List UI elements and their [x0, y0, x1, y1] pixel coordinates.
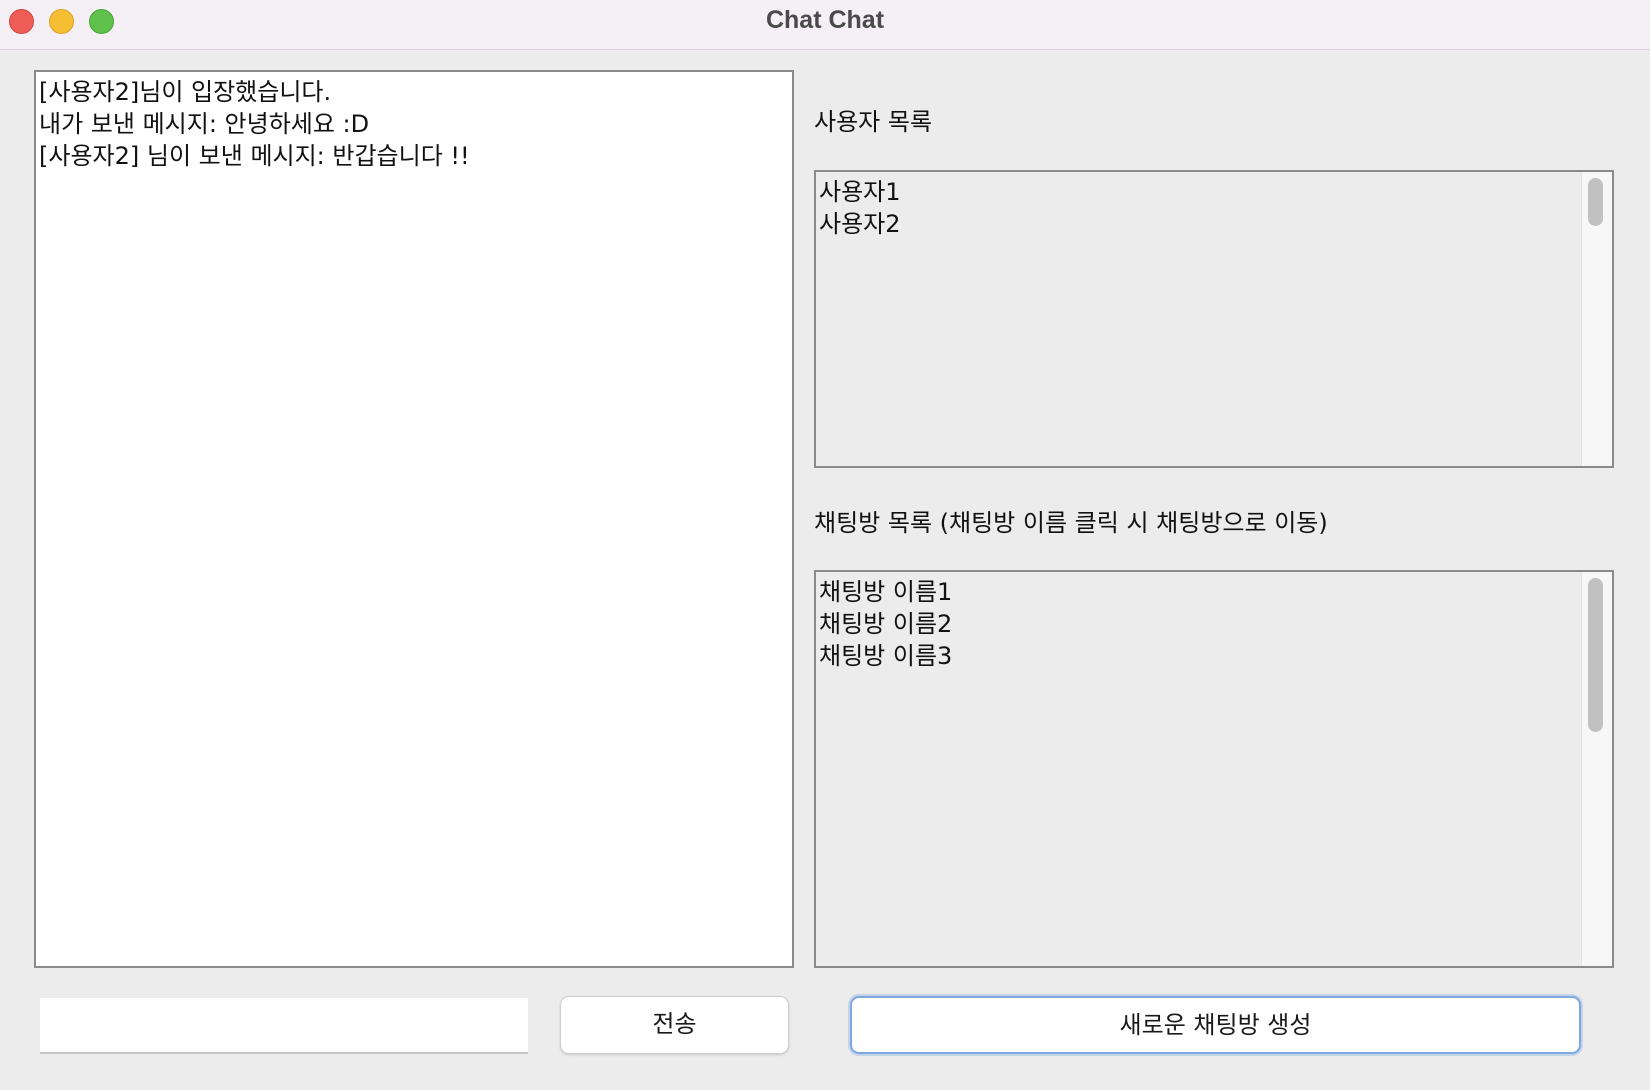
title-bar: Chat Chat: [0, 0, 1650, 50]
chat-log[interactable]: [사용자2]님이 입장했습니다. 내가 보낸 메시지: 안녕하세요 :D [사용…: [34, 70, 794, 968]
room-list-item[interactable]: 채팅방 이름1: [819, 576, 1609, 608]
chat-message: [사용자2]님이 입장했습니다.: [39, 78, 332, 106]
create-room-button[interactable]: 새로운 채팅방 생성: [850, 996, 1581, 1054]
user-list-item[interactable]: 사용자2: [819, 208, 1609, 240]
room-list-item[interactable]: 채팅방 이름3: [819, 640, 1609, 672]
chat-message: [사용자2] 님이 보낸 메시지: 반갑습니다 !!: [39, 142, 470, 170]
room-list-label: 채팅방 목록 (채팅방 이름 클릭 시 채팅방으로 이동): [814, 509, 1328, 537]
user-list-item[interactable]: 사용자1: [819, 176, 1609, 208]
room-list[interactable]: 채팅방 이름1 채팅방 이름2 채팅방 이름3: [814, 570, 1614, 968]
send-button[interactable]: 전송: [560, 996, 789, 1054]
user-list-scrollbar[interactable]: [1581, 172, 1612, 466]
room-list-item[interactable]: 채팅방 이름2: [819, 608, 1609, 640]
message-input[interactable]: [40, 998, 528, 1054]
room-list-scroll-thumb[interactable]: [1588, 578, 1603, 732]
window-title: Chat Chat: [765, 6, 885, 34]
room-list-scrollbar[interactable]: [1581, 572, 1612, 966]
user-list[interactable]: 사용자1 사용자2: [814, 170, 1614, 468]
user-list-scroll-thumb[interactable]: [1588, 178, 1603, 226]
chat-message: 내가 보낸 메시지: 안녕하세요 :D: [39, 110, 370, 138]
user-list-label: 사용자 목록: [814, 108, 933, 136]
